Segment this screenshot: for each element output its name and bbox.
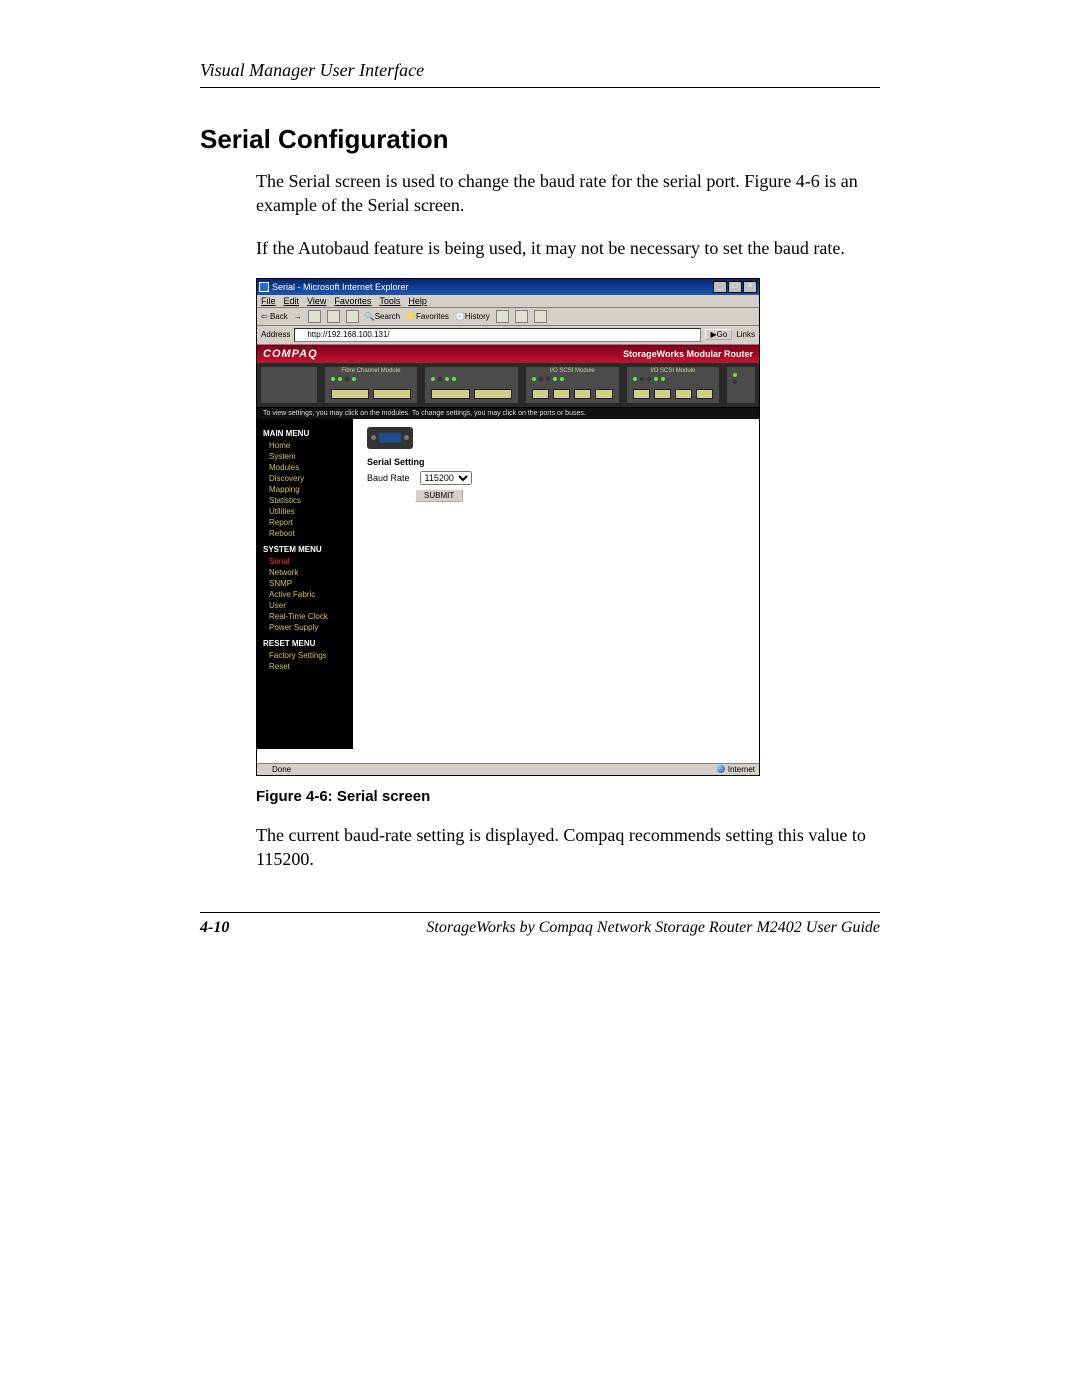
ie-toolbar: ⇦ Back → 🔍Search ⭐Favorites 🕘History (257, 308, 759, 326)
page-number: 4-10 (200, 919, 229, 937)
page-footer: 4-10 StorageWorks by Compaq Network Stor… (200, 912, 880, 937)
book-title: StorageWorks by Compaq Network Storage R… (426, 919, 880, 937)
address-value: http://192.168.100.131/ (307, 330, 389, 339)
module-fibre-channel[interactable]: Fibre Channel Module (325, 367, 418, 403)
go-button[interactable]: ▶Go (705, 329, 732, 340)
window-minimize-button[interactable]: _ (713, 281, 727, 293)
toolbar-forward[interactable]: → (294, 312, 302, 321)
product-name: StorageWorks Modular Router (623, 349, 753, 359)
window-title: Serial - Microsoft Internet Explorer (272, 282, 409, 292)
paragraph-2: If the Autobaud feature is being used, i… (200, 236, 880, 260)
hint-bar: To view settings, you may click on the m… (257, 408, 759, 419)
main-panel: Serial Setting Baud Rate 115200 SUBMIT (353, 419, 759, 749)
nav-head-main: MAIN MENU (263, 429, 347, 438)
nav-head-system: SYSTEM MENU (263, 545, 347, 554)
menu-file[interactable]: File (261, 296, 276, 306)
menu-favorites[interactable]: Favorites (334, 296, 371, 306)
menu-tools[interactable]: Tools (379, 296, 400, 306)
module-label: Fibre Channel Module (325, 368, 418, 374)
nav-factory-reset[interactable]: Factory Settings Reset (263, 650, 347, 672)
module-label: I/O SCSI Module (526, 368, 619, 374)
nav-active-fabric[interactable]: Active Fabric (263, 589, 347, 600)
window-close-button[interactable]: × (743, 281, 757, 293)
mail-icon[interactable] (496, 310, 509, 323)
header-rule (200, 87, 880, 88)
baud-rate-label: Baud Rate (367, 473, 410, 483)
app-body: MAIN MENU Home System Modules Discovery … (257, 419, 759, 749)
module-scsi-a[interactable]: I/O SCSI Module (526, 367, 619, 403)
serial-port-icon (367, 427, 413, 449)
paragraph-1: The Serial screen is used to change the … (200, 169, 880, 218)
submit-button[interactable]: SUBMIT (415, 489, 463, 502)
nav-utilities[interactable]: Utilities (263, 506, 347, 517)
links-label[interactable]: Links (736, 330, 755, 339)
zone-text: Internet (728, 765, 755, 774)
nav-report[interactable]: Report (263, 517, 347, 528)
home-icon[interactable] (346, 310, 359, 323)
nav-system[interactable]: System (263, 451, 347, 462)
ie-content: COMPAQ StorageWorks Modular Router Fibre… (257, 345, 759, 763)
ie-titlebar: Serial - Microsoft Internet Explorer _ □… (257, 279, 759, 295)
module-scsi-b[interactable]: I/O SCSI Module (627, 367, 720, 403)
nav-discovery[interactable]: Discovery (263, 473, 347, 484)
module-slot-2[interactable] (425, 367, 518, 403)
menu-edit[interactable]: Edit (284, 296, 300, 306)
ie-icon (259, 282, 269, 292)
edit-icon[interactable] (534, 310, 547, 323)
print-icon[interactable] (515, 310, 528, 323)
nav-home[interactable]: Home (263, 440, 347, 451)
nav-network[interactable]: Network (263, 567, 347, 578)
nav-reboot[interactable]: Reboot (263, 528, 347, 539)
app-header: COMPAQ StorageWorks Modular Router (257, 345, 759, 363)
menu-view[interactable]: View (307, 296, 326, 306)
page-icon (261, 765, 269, 773)
ie-menubar: File Edit View Favorites Tools Help (257, 295, 759, 308)
document-page: Visual Manager User Interface Serial Con… (0, 0, 1080, 1397)
menu-help[interactable]: Help (408, 296, 427, 306)
status-text: Done (272, 765, 291, 774)
module-slot-0[interactable] (261, 367, 317, 403)
stop-icon[interactable] (308, 310, 321, 323)
ie-address-bar: Address http://192.168.100.131/ ▶Go Link… (257, 326, 759, 345)
nav-user[interactable]: User (263, 600, 347, 611)
window-maximize-button[interactable]: □ (728, 281, 742, 293)
address-label: Address (261, 330, 290, 339)
toolbar-search[interactable]: 🔍Search (365, 312, 400, 321)
ie-status-bar: Done Internet (257, 763, 759, 775)
baud-rate-select[interactable]: 115200 (420, 471, 472, 485)
nav-mapping[interactable]: Mapping (263, 484, 347, 495)
module-pwr[interactable] (727, 367, 755, 403)
ie-window: Serial - Microsoft Internet Explorer _ □… (256, 278, 760, 776)
nav-statistics[interactable]: Statistics (263, 495, 347, 506)
address-input[interactable]: http://192.168.100.131/ (294, 328, 701, 342)
toolbar-back[interactable]: ⇦ Back (261, 312, 288, 321)
refresh-icon[interactable] (327, 310, 340, 323)
toolbar-favorites[interactable]: ⭐Favorites (406, 312, 449, 321)
toolbar-history[interactable]: 🕘History (455, 312, 490, 321)
nav-sidebar: MAIN MENU Home System Modules Discovery … (257, 419, 353, 749)
nav-snmp[interactable]: SNMP (263, 578, 347, 589)
figure-4-6: Serial - Microsoft Internet Explorer _ □… (200, 278, 880, 776)
nav-modules[interactable]: Modules (263, 462, 347, 473)
module-label: I/O SCSI Module (627, 368, 720, 374)
panel-heading: Serial Setting (367, 457, 745, 467)
running-head: Visual Manager User Interface (200, 60, 880, 81)
internet-zone-icon (717, 765, 725, 773)
nav-rtc[interactable]: Real-Time Clock (263, 611, 347, 622)
paragraph-3: The current baud-rate setting is display… (200, 823, 880, 872)
section-title: Serial Configuration (200, 124, 880, 155)
nav-power[interactable]: Power Supply (263, 622, 347, 633)
nav-serial[interactable]: Serial (263, 556, 347, 567)
figure-caption: Figure 4-6: Serial screen (200, 788, 880, 805)
nav-head-reset: RESET MENU (263, 639, 347, 648)
page-icon (297, 331, 305, 339)
compaq-logo: COMPAQ (263, 348, 318, 360)
module-strip: Fibre Channel Module I/O SCSI Module (257, 363, 759, 408)
